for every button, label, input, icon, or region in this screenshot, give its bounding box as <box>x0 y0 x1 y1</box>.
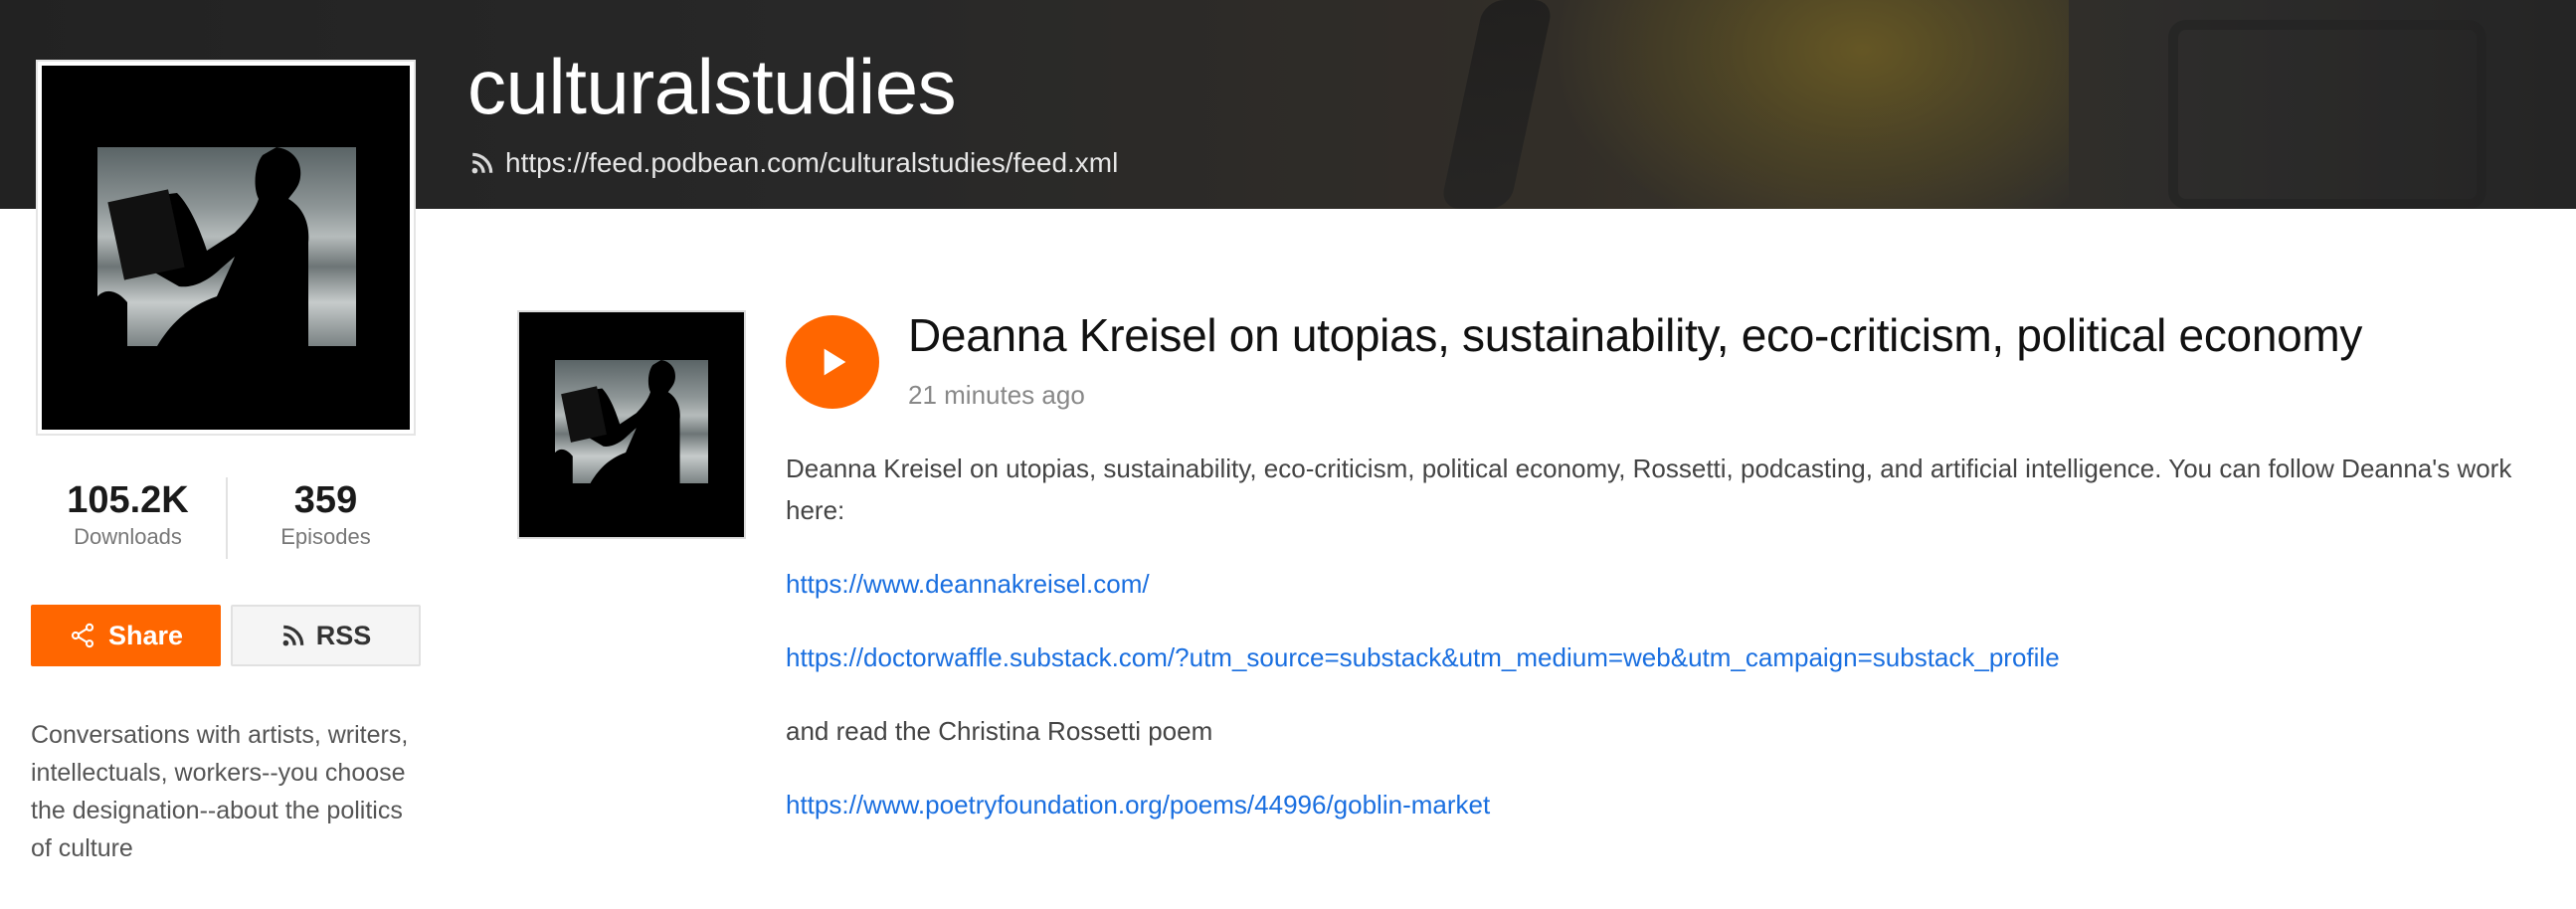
episode-intro: Deanna Kreisel on utopias, sustainabilit… <box>786 454 2512 525</box>
play-icon <box>824 348 846 376</box>
feed-url-row[interactable]: https://feed.podbean.com/culturalstudies… <box>469 147 1118 179</box>
episode-timestamp: 21 minutes ago <box>908 380 1085 410</box>
rss-label: RSS <box>315 620 372 650</box>
channel-title: culturalstudies <box>467 43 957 130</box>
link-paragraph: https://www.poetryfoundation.org/poems/4… <box>786 784 2546 825</box>
rss-button[interactable]: RSS <box>231 605 421 666</box>
play-button[interactable] <box>786 315 879 409</box>
share-button[interactable]: Share <box>31 605 221 666</box>
channel-description: Conversations with artists, writers, int… <box>31 721 409 862</box>
reader-silhouette-image <box>97 147 356 346</box>
episodes-stat: 359 Episodes <box>226 477 424 559</box>
deannakreisel-link[interactable]: https://www.deannakreisel.com/ <box>786 569 1150 599</box>
reader-silhouette <box>97 147 309 346</box>
rss-icon <box>282 625 304 646</box>
channel-stats: 105.2K Downloads 359 Episodes <box>30 477 424 559</box>
episode-cover-image[interactable] <box>517 310 746 539</box>
link-paragraph: https://www.deannakreisel.com/ <box>786 563 2546 605</box>
episode-title[interactable]: Deanna Kreisel on utopias, sustainabilit… <box>908 308 2362 362</box>
share-label: Share <box>107 620 184 650</box>
downloads-stat: 105.2K Downloads <box>30 477 226 559</box>
downloads-label: Downloads <box>74 524 182 549</box>
episodes-count: 359 <box>293 479 358 521</box>
reader-silhouette <box>555 360 680 483</box>
share-icon <box>71 623 94 648</box>
link-paragraph: https://doctorwaffle.substack.com/?utm_s… <box>786 636 2546 678</box>
episodes-label: Episodes <box>280 524 371 549</box>
poetryfoundation-link[interactable]: https://www.poetryfoundation.org/poems/4… <box>786 790 1490 819</box>
downloads-count: 105.2K <box>67 479 189 521</box>
episode-description: Deanna Kreisel on utopias, sustainabilit… <box>786 448 2546 857</box>
rss-icon <box>471 152 493 174</box>
channel-cover-image <box>38 62 414 434</box>
substack-link[interactable]: https://doctorwaffle.substack.com/?utm_s… <box>786 642 2060 672</box>
rossetti-text: and read the Christina Rossetti poem <box>786 716 1213 746</box>
reader-silhouette-image <box>555 360 708 483</box>
feed-url[interactable]: https://feed.podbean.com/culturalstudies… <box>505 147 1118 179</box>
